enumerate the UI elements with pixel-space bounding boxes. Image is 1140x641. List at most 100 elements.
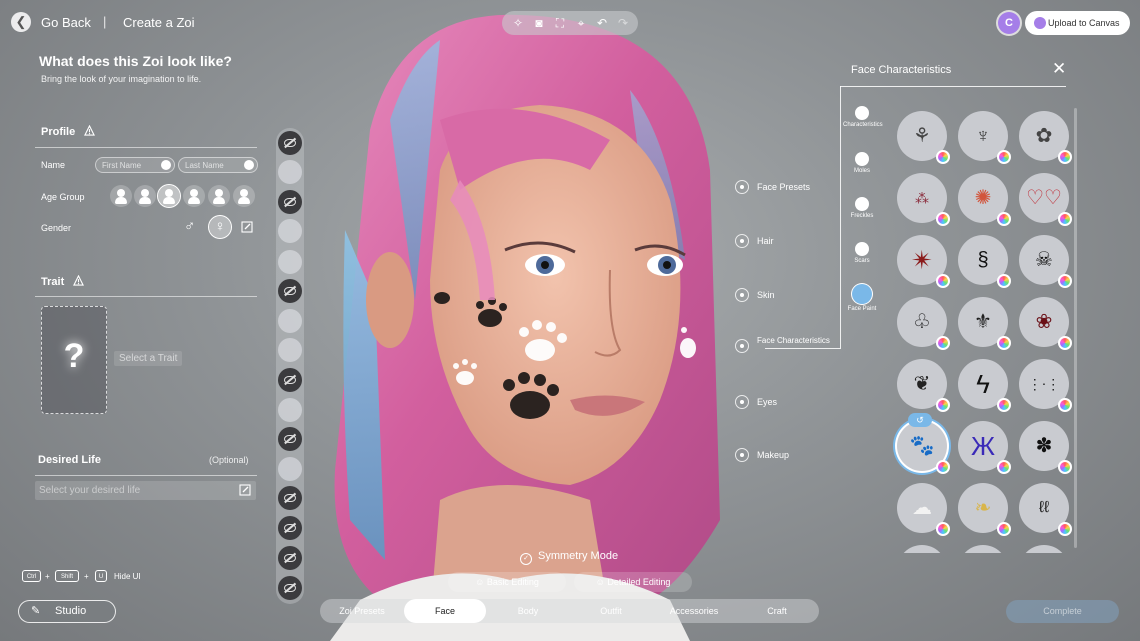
tab-scars[interactable]: Scars <box>843 242 881 265</box>
hide-toggle-icon[interactable] <box>278 427 302 451</box>
tab-freckles[interactable]: Freckles <box>843 197 881 220</box>
back-button[interactable]: Go Back <box>41 15 91 30</box>
paw-icon[interactable]: 🐾 <box>897 421 950 474</box>
redo-icon[interactable]: ↷ <box>616 16 630 30</box>
vine-icon[interactable]: ❦ <box>897 359 950 412</box>
whiskers-icon[interactable]: ⋮⋅⋮ <box>1019 359 1072 412</box>
studio-button[interactable]: ✎ Studio <box>18 600 116 623</box>
child-icon[interactable] <box>134 185 156 207</box>
warning-icon[interactable] <box>84 125 96 136</box>
category-label: Hair <box>757 236 774 246</box>
sparkle-icon[interactable]: ✧ <box>511 16 525 30</box>
zoom-frame-icon[interactable]: ⛶ <box>553 16 567 30</box>
random-dice-icon[interactable] <box>161 160 171 170</box>
undo-icon[interactable]: ↶ <box>595 16 609 30</box>
tab-characteristics[interactable]: Characteristics <box>843 106 883 129</box>
bird-icon[interactable]: ♆ <box>958 111 1011 164</box>
hide-toggle-icon[interactable] <box>278 546 302 570</box>
tab-label: Scars <box>854 258 870 264</box>
hide-toggle-icon[interactable] <box>278 576 302 600</box>
flower-icon[interactable]: ✿ <box>1019 111 1072 164</box>
script-icon[interactable]: ℓℓ <box>1019 483 1072 536</box>
tab-accessories[interactable]: Accessories <box>654 599 734 623</box>
tab-face[interactable]: Face <box>404 599 486 623</box>
scatter-icon[interactable]: ⁂ <box>897 173 950 226</box>
profile-heading: Profile <box>41 125 96 138</box>
tab-label: Freckles <box>850 213 874 219</box>
rose-icon[interactable]: ❀ <box>1019 297 1072 350</box>
category-label: Skin <box>757 290 775 300</box>
accessory-part-icon[interactable] <box>278 398 302 422</box>
hide-toggle-icon[interactable] <box>278 190 302 214</box>
back-arrow-icon[interactable]: ❮ <box>11 12 31 32</box>
panel-scrollbar[interactable] <box>1074 108 1077 548</box>
edit-pencil-icon[interactable] <box>241 221 253 233</box>
basic-editing-button[interactable]: ☺ Basic Editing <box>448 572 566 592</box>
hat-part-icon[interactable] <box>278 219 302 243</box>
avatar[interactable]: C <box>998 12 1020 34</box>
warning-icon[interactable] <box>73 275 85 286</box>
female-icon[interactable]: ♀ <box>209 216 231 238</box>
lightning-icon[interactable]: ϟ <box>958 359 1011 412</box>
hide-toggle-icon[interactable] <box>278 131 302 155</box>
jewelry-part-icon[interactable] <box>278 457 302 481</box>
symmetry-label: Symmetry Mode <box>538 550 619 562</box>
last-name-field[interactable]: Last Name <box>178 157 258 173</box>
adult-icon[interactable] <box>183 185 205 207</box>
panel-connector <box>765 348 841 349</box>
studio-label: Studio <box>55 605 87 617</box>
hide-toggle-icon[interactable] <box>278 279 302 303</box>
close-icon[interactable]: ✕ <box>1052 60 1066 77</box>
hide-toggle-icon[interactable] <box>278 516 302 540</box>
tab-body[interactable]: Body <box>488 599 568 623</box>
hair-part-icon[interactable] <box>278 160 302 184</box>
skull-icon[interactable]: ☠ <box>1019 235 1072 288</box>
senior-icon[interactable] <box>208 185 230 207</box>
panel-frame <box>840 86 1066 87</box>
hearts-icon[interactable]: ♡♡ <box>1019 173 1072 226</box>
page-title: What does this Zoi look like? <box>39 53 232 69</box>
hide-toggle-icon[interactable] <box>278 486 302 510</box>
flowers-icon[interactable]: ✽ <box>1019 421 1072 474</box>
profile-divider <box>35 147 257 148</box>
trait-slot[interactable]: ? <box>41 306 107 414</box>
elder-icon[interactable] <box>233 185 255 207</box>
moth-icon[interactable]: ⚜ <box>958 297 1011 350</box>
butterfly-icon[interactable]: Ж <box>958 421 1011 474</box>
camera-icon[interactable]: ◙ <box>532 16 546 30</box>
teen-icon[interactable] <box>158 185 180 207</box>
tattoo-icon[interactable]: ♧ <box>897 297 950 350</box>
tab-moles[interactable]: Moles <box>843 152 881 175</box>
tulip-icon[interactable]: ⚘ <box>897 111 950 164</box>
select-trait-label[interactable]: Select a Trait <box>114 351 183 366</box>
detailed-editing-button[interactable]: ☺ Detailed Editing <box>574 572 692 592</box>
dragon-icon[interactable]: § <box>958 235 1011 288</box>
tab-craft[interactable]: Craft <box>737 599 817 623</box>
infant-icon[interactable] <box>110 185 132 207</box>
top-part-icon[interactable] <box>278 309 302 333</box>
page-subtitle: Bring the look of your imagination to li… <box>41 74 202 84</box>
star-icon[interactable]: ✴ <box>897 235 950 288</box>
shoes-part-icon[interactable] <box>278 250 302 274</box>
complete-button[interactable]: Complete <box>1006 600 1119 623</box>
random-dice-icon[interactable] <box>244 160 254 170</box>
upload-to-canvas-button[interactable]: Upload to Canvas <box>1025 11 1130 35</box>
clouds-icon[interactable]: ☁ <box>897 483 950 536</box>
tab-zoi-presets[interactable]: Zoi Presets <box>322 599 402 623</box>
hide-toggle-icon[interactable] <box>278 368 302 392</box>
zoi-character-preview[interactable] <box>290 0 730 641</box>
undo-icon[interactable]: ↺ <box>908 413 932 427</box>
tab-face-paint[interactable]: Face Paint <box>843 284 881 313</box>
male-icon[interactable]: ♂ <box>184 218 200 236</box>
tab-outfit[interactable]: Outfit <box>571 599 651 623</box>
first-name-field[interactable]: First Name <box>95 157 175 173</box>
focus-icon[interactable]: ⌖ <box>574 16 588 30</box>
edit-pencil-icon[interactable] <box>239 484 251 496</box>
desired-life-field[interactable]: Select your desired life <box>35 481 256 500</box>
burst-icon[interactable]: ✺ <box>958 173 1011 226</box>
bottom-part-icon[interactable] <box>278 338 302 362</box>
symmetry-mode-toggle[interactable]: ✓ Symmetry Mode <box>520 550 618 565</box>
wings-icon[interactable]: ❧ <box>958 483 1011 536</box>
category-label: Makeup <box>757 450 790 460</box>
desired-life-divider <box>35 475 257 476</box>
